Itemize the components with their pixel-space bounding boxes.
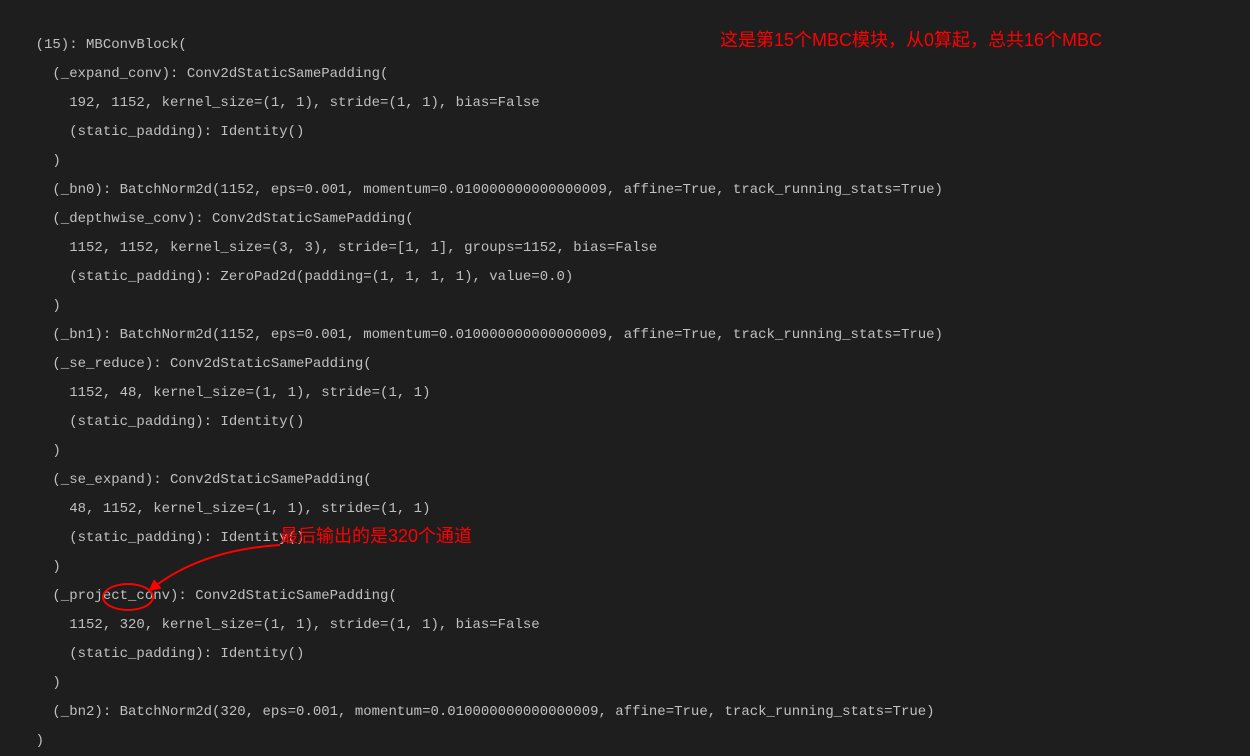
code-line: 1152, 1152, kernel_size=(3, 3), stride=[… [2,240,657,256]
code-line: (static_padding): Identity() [2,646,304,662]
code-line: ) [2,559,61,575]
code-line: (static_padding): Identity() [2,124,304,140]
annotation-mid: 最后输出的是320个通道 [280,524,472,548]
code-line: (_se_expand): Conv2dStaticSamePadding( [2,472,372,488]
code-line: (15): MBConvBlock( [2,37,187,53]
code-line: (static_padding): Identity() [2,414,304,430]
code-line: (_bn1): BatchNorm2d(1152, eps=0.001, mom… [2,327,943,343]
code-line: 48, 1152, kernel_size=(1, 1), stride=(1,… [2,501,430,517]
code-line: (_se_reduce): Conv2dStaticSamePadding( [2,356,372,372]
code-line: ) [2,443,61,459]
code-line: (_depthwise_conv): Conv2dStaticSamePaddi… [2,211,414,227]
code-line: ) [2,298,61,314]
code-line: 1152, 48, kernel_size=(1, 1), stride=(1,… [2,385,430,401]
code-line: (_project_conv): Conv2dStaticSamePadding… [2,588,397,604]
code-line: (_expand_conv): Conv2dStaticSamePadding( [2,66,388,82]
code-block: (15): MBConvBlock( (_expand_conv): Conv2… [2,2,1248,756]
code-line: (static_padding): Identity() [2,530,304,546]
code-line: 1152, 320, kernel_size=(1, 1), stride=(1… [2,617,540,633]
code-line: ) [2,675,61,691]
code-line: (static_padding): ZeroPad2d(padding=(1, … [2,269,573,285]
code-line: (_bn2): BatchNorm2d(320, eps=0.001, mome… [2,704,935,720]
code-line: 192, 1152, kernel_size=(1, 1), stride=(1… [2,95,540,111]
code-line: ) [2,153,61,169]
annotation-top: 这是第15个MBC模块，从0算起，总共16个MBC [720,28,1220,52]
code-line: (_bn0): BatchNorm2d(1152, eps=0.001, mom… [2,182,943,198]
code-line: ) [2,733,44,749]
